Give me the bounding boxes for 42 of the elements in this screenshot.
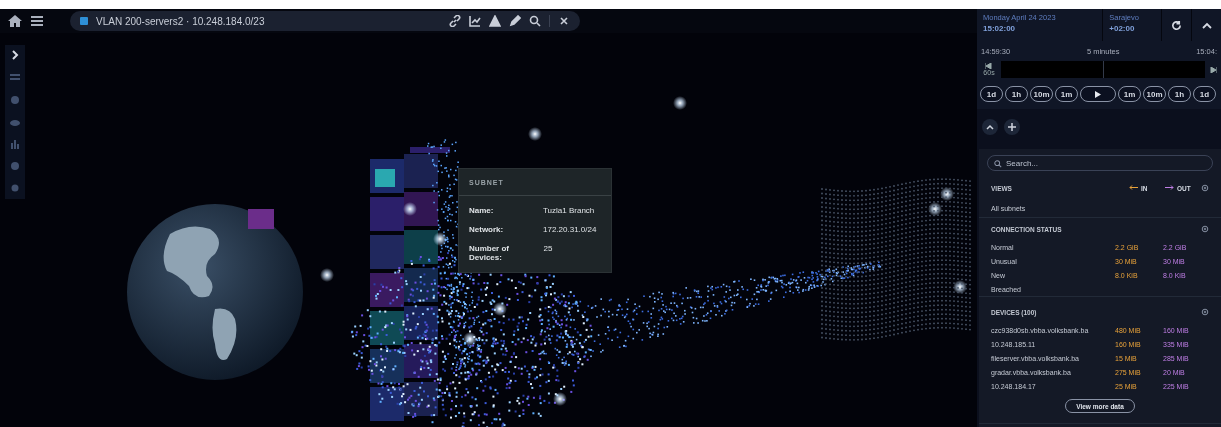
tooltip-value: 172.20.31.0/24 [543,225,598,234]
step-button[interactable]: 1h [1168,86,1191,102]
step-button[interactable]: 1m [1055,86,1078,102]
pencil-icon[interactable] [509,15,521,27]
arrow-left-icon [1129,184,1138,190]
chevron-up-icon[interactable] [1201,21,1212,29]
vlan-square-icon [80,17,88,25]
step-button[interactable]: 10m [1030,86,1053,102]
step-button[interactable]: 1m [1118,86,1141,102]
tooltip-value: 25 [543,244,554,255]
tooltip-label: Name: [469,206,494,215]
chart-icon[interactable] [469,15,481,27]
refresh-icon[interactable] [1171,19,1183,31]
play-button[interactable] [1080,86,1116,102]
step-back-icon[interactable] [985,63,993,69]
menu-icon[interactable] [30,14,44,28]
settings-icon[interactable] [1201,225,1209,233]
offset-text: +02:00 [1109,24,1136,33]
close-icon[interactable] [558,15,570,27]
arrow-right-icon [1165,184,1174,190]
step-button[interactable]: 1d [1193,86,1216,102]
step-button[interactable]: 1d [980,86,1003,102]
tooltip-label: Number of Devices: [469,244,510,262]
play-icon [1095,90,1101,98]
link-icon[interactable] [449,15,461,27]
settings-icon[interactable] [1201,184,1209,192]
view-title: VLAN 200-servers2 · 10.248.184.0/23 [96,15,266,27]
warning-icon[interactable] [489,15,501,27]
step-forward-icon[interactable] [1209,66,1217,73]
chevron-up-icon [986,124,994,130]
plus-icon [1008,123,1016,131]
tooltip-label: Network: [469,225,504,234]
settings-icon[interactable] [1201,308,1209,316]
step-button[interactable]: 1h [1005,86,1028,102]
search-field[interactable]: Search... [987,155,1213,171]
add-button[interactable] [1004,119,1020,135]
home-icon[interactable] [8,14,22,28]
step-button[interactable]: 10m [1143,86,1166,102]
chevron-right-icon[interactable] [10,49,20,61]
time-text: 15:02:00 [983,24,1017,33]
tooltip-value: Tuzla1 Branch [543,206,596,215]
collapse-button[interactable] [982,119,998,135]
